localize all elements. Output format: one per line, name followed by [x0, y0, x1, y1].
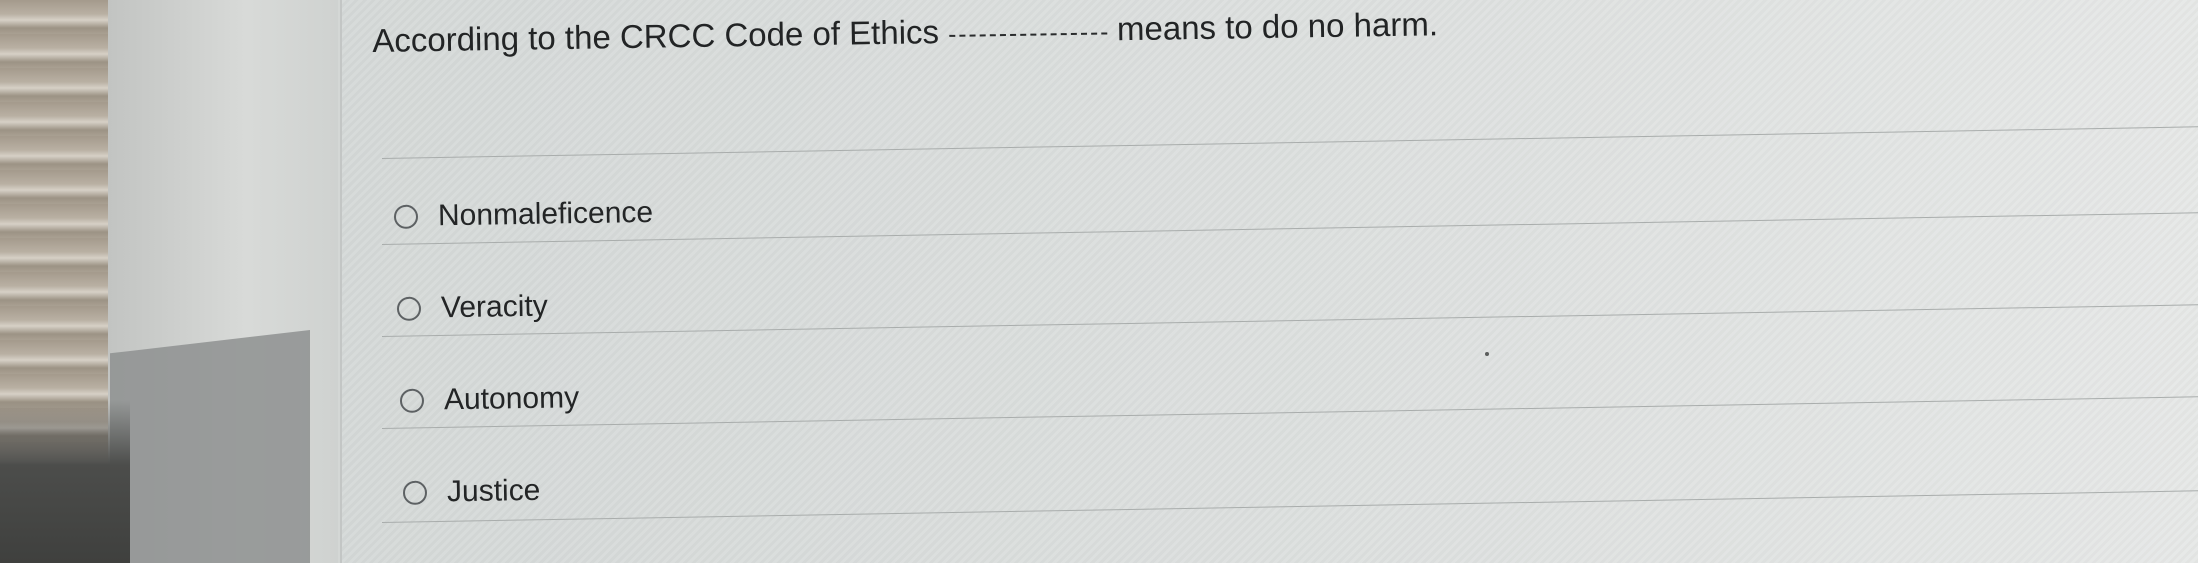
option-label: Veracity: [440, 289, 548, 325]
radio-button-icon[interactable]: [402, 480, 428, 505]
option-divider: [381, 490, 2198, 523]
option-nonmaleficence[interactable]: Nonmaleficence: [393, 195, 654, 234]
lower-left-shadow: [0, 400, 130, 563]
monitor-bezel-shadow: [110, 330, 310, 563]
option-label: Justice: [446, 473, 541, 509]
option-divider: [381, 304, 2198, 337]
question-text-before: According to the CRCC Code of Ethics: [372, 13, 940, 59]
answer-blank: [949, 30, 1108, 37]
question-text-after: means to do no harm.: [1116, 5, 1439, 48]
option-label: Nonmaleficence: [437, 195, 654, 233]
option-veracity[interactable]: Veracity: [396, 289, 548, 326]
option-divider: [381, 396, 2198, 429]
question-divider: [381, 126, 2198, 159]
question-text: According to the CRCC Code of Ethics mean…: [372, 0, 1872, 60]
option-label: Autonomy: [443, 381, 580, 417]
option-divider: [381, 212, 2198, 245]
photo-of-screen: According to the CRCC Code of Ethics mean…: [0, 0, 2198, 563]
radio-button-icon[interactable]: [399, 388, 425, 413]
radio-button-icon[interactable]: [396, 296, 422, 321]
quiz-question-panel: According to the CRCC Code of Ethics mean…: [340, 0, 2198, 563]
option-autonomy[interactable]: Autonomy: [399, 381, 580, 418]
option-justice[interactable]: Justice: [402, 473, 541, 510]
dust-speck: [1485, 352, 1489, 356]
radio-button-icon[interactable]: [393, 204, 419, 229]
